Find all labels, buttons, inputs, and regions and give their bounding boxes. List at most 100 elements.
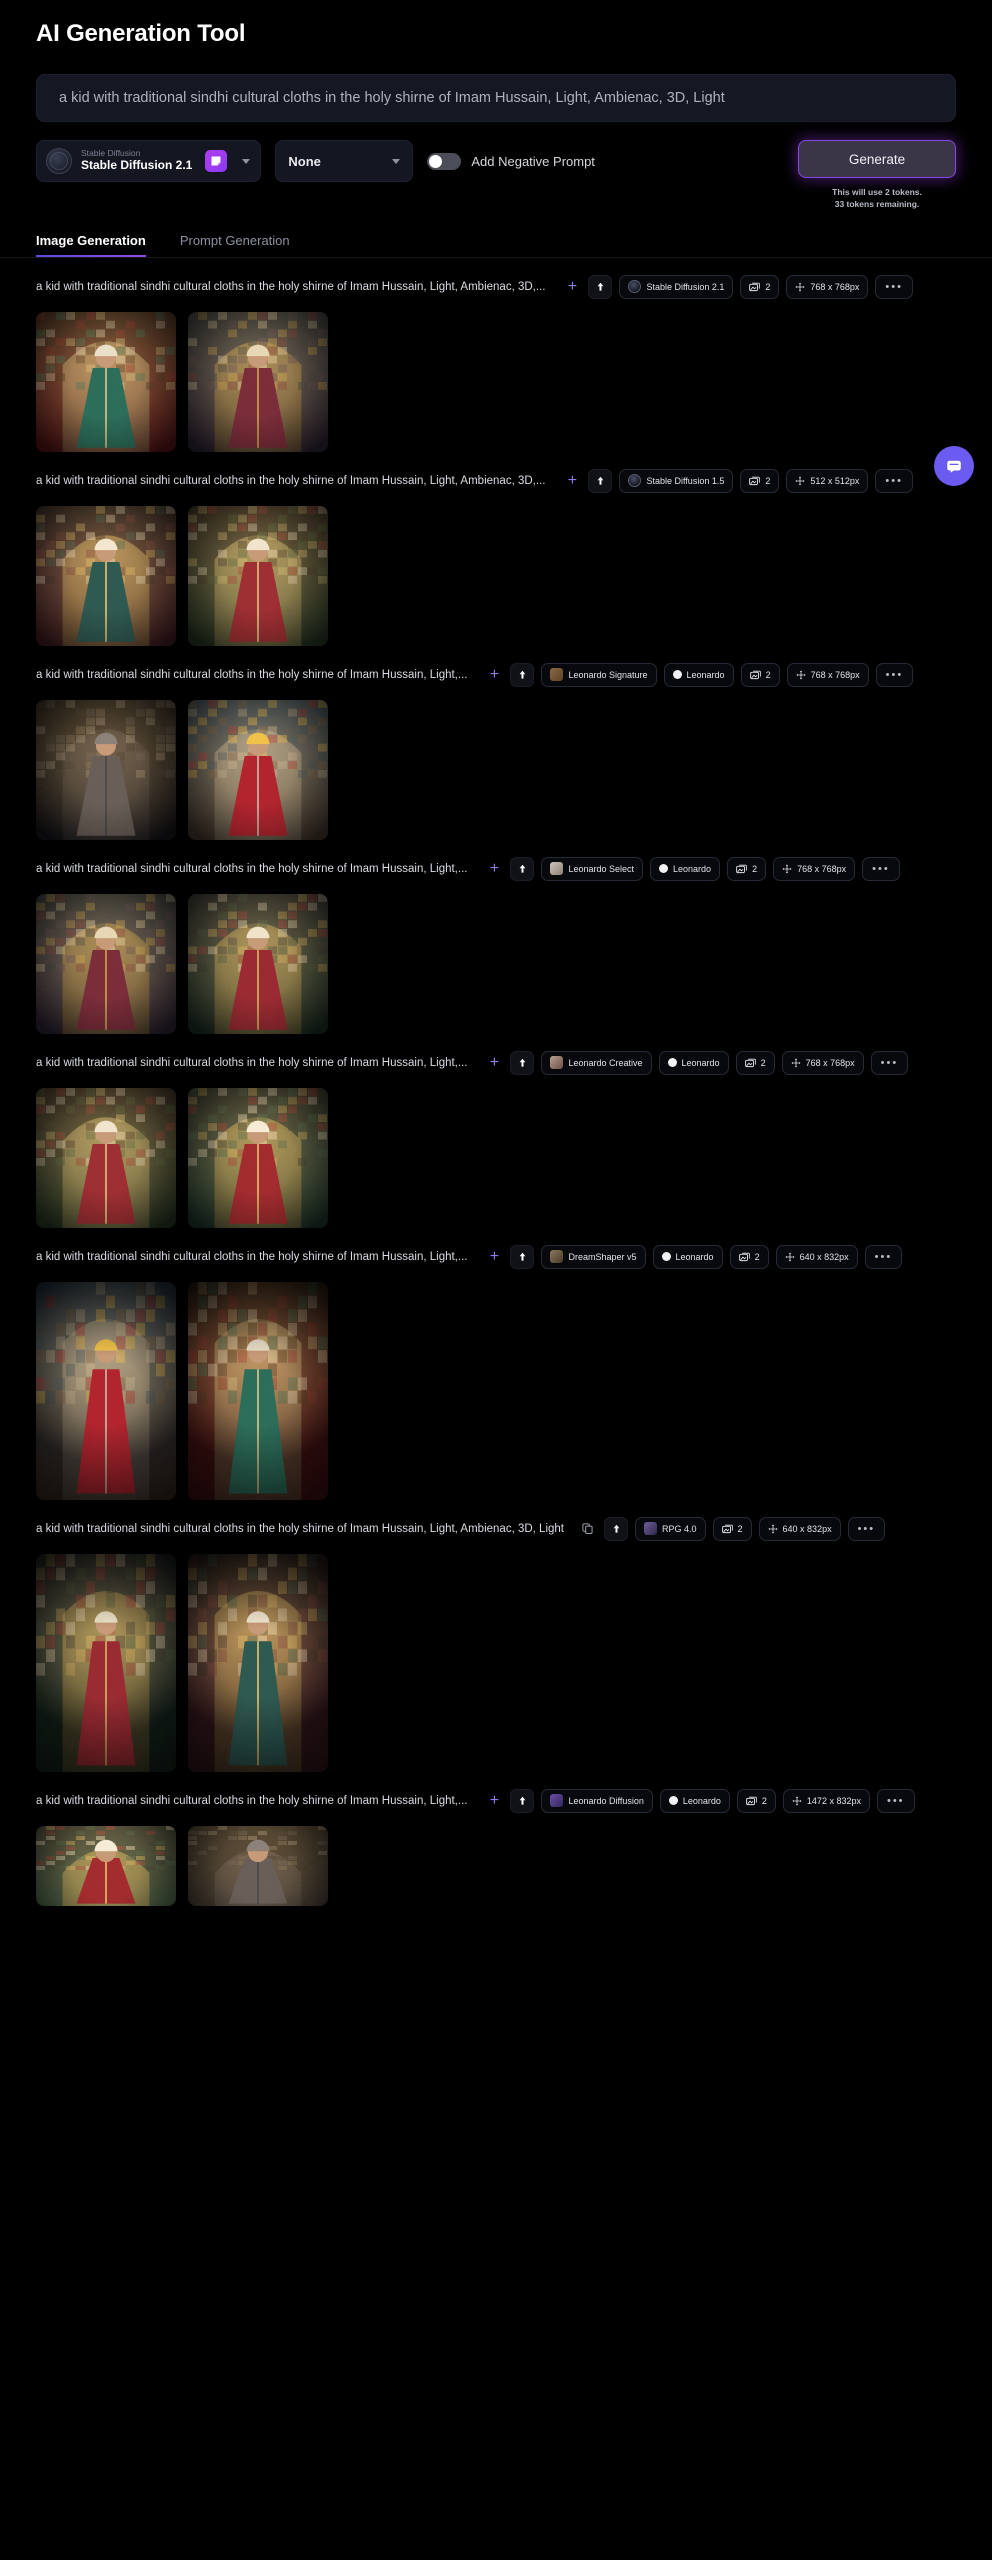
generated-image[interactable] bbox=[36, 893, 176, 1034]
result-actions: + Leonardo Signature Leonardo 2 768 x 768px •… bbox=[485, 662, 914, 687]
model-thumbnail-icon bbox=[644, 1522, 657, 1536]
use-prompt-button[interactable] bbox=[510, 662, 535, 687]
add-to-prompt-button[interactable]: + bbox=[485, 1054, 503, 1072]
generated-image[interactable] bbox=[36, 699, 176, 840]
tab-prompt-generation[interactable]: Prompt Generation bbox=[180, 233, 290, 257]
generate-button[interactable]: Generate bbox=[798, 140, 956, 178]
model-selector[interactable]: Stable Diffusion Stable Diffusion 2.1 bbox=[36, 140, 262, 182]
generated-image-card[interactable] bbox=[36, 893, 176, 1034]
more-options-button[interactable]: ••• bbox=[847, 1516, 886, 1541]
image-count-chip[interactable]: 2 bbox=[740, 468, 780, 493]
use-prompt-button[interactable] bbox=[510, 1244, 535, 1269]
generated-image[interactable] bbox=[188, 699, 328, 840]
more-options-button[interactable]: ••• bbox=[875, 468, 913, 493]
generated-image-card[interactable] bbox=[36, 1825, 176, 1906]
dimensions-chip[interactable]: 640 x 832px bbox=[758, 1516, 841, 1541]
add-to-prompt-button[interactable]: + bbox=[563, 472, 581, 490]
generated-image[interactable] bbox=[188, 1825, 328, 1906]
generated-image-card[interactable] bbox=[188, 1553, 328, 1772]
generated-image[interactable] bbox=[188, 893, 328, 1034]
generated-image[interactable] bbox=[36, 311, 176, 452]
copy-prompt-button[interactable] bbox=[582, 1523, 593, 1535]
platform-chip[interactable]: Leonardo bbox=[659, 1788, 730, 1813]
generated-image[interactable] bbox=[36, 1825, 176, 1906]
dimensions-chip[interactable]: 768 x 768px bbox=[773, 856, 856, 881]
platform-chip[interactable]: Leonardo bbox=[658, 1050, 729, 1075]
preset-select[interactable]: None bbox=[275, 140, 414, 182]
generated-image[interactable] bbox=[188, 1553, 328, 1772]
model-chip[interactable]: Leonardo Select bbox=[541, 856, 644, 881]
negative-prompt-toggle[interactable] bbox=[427, 152, 462, 170]
add-to-prompt-button[interactable]: + bbox=[563, 278, 581, 296]
generated-image[interactable] bbox=[188, 311, 328, 452]
add-to-prompt-button[interactable]: + bbox=[485, 860, 503, 878]
generated-image[interactable] bbox=[36, 1281, 176, 1500]
dimensions-chip[interactable]: 1472 x 832px bbox=[782, 1788, 870, 1813]
add-to-prompt-button[interactable]: + bbox=[485, 1248, 503, 1266]
model-chip[interactable]: Stable Diffusion 2.1 bbox=[619, 274, 734, 299]
more-options-button[interactable]: ••• bbox=[875, 274, 913, 299]
more-options-button[interactable]: ••• bbox=[864, 1244, 903, 1269]
copy-icon[interactable] bbox=[582, 1523, 593, 1535]
generated-image-grid bbox=[36, 311, 956, 452]
generated-image-card[interactable] bbox=[36, 505, 176, 646]
generated-image-card[interactable] bbox=[36, 311, 176, 452]
image-count-chip[interactable]: 2 bbox=[736, 1788, 776, 1813]
add-to-prompt-button[interactable]: + bbox=[485, 1792, 503, 1810]
generated-image-card[interactable] bbox=[188, 699, 328, 840]
use-prompt-button[interactable] bbox=[510, 856, 535, 881]
use-prompt-button[interactable] bbox=[510, 1050, 535, 1075]
use-prompt-button[interactable] bbox=[588, 468, 613, 493]
model-chip[interactable]: Leonardo Diffusion bbox=[541, 1788, 653, 1813]
tab-image-generation[interactable]: Image Generation bbox=[36, 233, 146, 257]
generated-image-card[interactable] bbox=[36, 1553, 176, 1772]
image-count-chip[interactable]: 2 bbox=[712, 1516, 752, 1541]
generated-image[interactable] bbox=[188, 1281, 328, 1500]
generated-image[interactable] bbox=[188, 505, 328, 646]
dimensions-chip[interactable]: 640 x 832px bbox=[775, 1244, 858, 1269]
generated-image-card[interactable] bbox=[36, 699, 176, 840]
model-chip[interactable]: Leonardo Signature bbox=[541, 662, 657, 687]
dimensions-chip[interactable]: 768 x 768px bbox=[786, 274, 869, 299]
more-options-button[interactable]: ••• bbox=[862, 856, 900, 881]
generated-image-card[interactable] bbox=[188, 1281, 328, 1500]
image-count-chip[interactable]: 2 bbox=[740, 274, 780, 299]
add-to-prompt-button[interactable]: + bbox=[485, 666, 503, 684]
generated-image-card[interactable] bbox=[188, 1825, 328, 1906]
image-count-chip[interactable]: 2 bbox=[740, 662, 780, 687]
generated-image[interactable] bbox=[36, 1087, 176, 1228]
image-count-chip[interactable]: 2 bbox=[729, 1244, 769, 1269]
chat-fab-button[interactable] bbox=[934, 445, 974, 486]
model-chip[interactable]: Leonardo Creative bbox=[541, 1050, 652, 1075]
model-chip[interactable]: RPG 4.0 bbox=[635, 1516, 706, 1541]
generated-image-card[interactable] bbox=[188, 893, 328, 1034]
dimensions-chip[interactable]: 768 x 768px bbox=[786, 662, 869, 687]
upload-arrow-icon bbox=[519, 1058, 526, 1067]
generated-image-card[interactable] bbox=[36, 1281, 176, 1500]
more-options-button[interactable]: ••• bbox=[876, 1788, 915, 1813]
use-prompt-button[interactable] bbox=[510, 1788, 535, 1813]
use-prompt-button[interactable] bbox=[604, 1516, 628, 1541]
generated-image-card[interactable] bbox=[36, 1087, 176, 1228]
more-options-button[interactable]: ••• bbox=[870, 1050, 909, 1075]
generated-image-card[interactable] bbox=[188, 505, 328, 646]
more-options-button[interactable]: ••• bbox=[875, 662, 914, 687]
platform-chip[interactable]: Leonardo bbox=[652, 1244, 723, 1269]
image-count-chip[interactable]: 2 bbox=[727, 856, 767, 881]
image-count-chip[interactable]: 2 bbox=[735, 1050, 775, 1075]
model-chip[interactable]: DreamShaper v5 bbox=[541, 1244, 646, 1269]
image-count-label: 2 bbox=[761, 1795, 767, 1806]
generated-image[interactable] bbox=[188, 1087, 328, 1228]
prompt-input[interactable]: a kid with traditional sindhi cultural c… bbox=[36, 74, 956, 122]
generated-image-card[interactable] bbox=[188, 311, 328, 452]
result-prompt-text: a kid with traditional sindhi cultural c… bbox=[36, 1522, 564, 1535]
dimensions-chip[interactable]: 512 x 512px bbox=[786, 468, 869, 493]
platform-chip[interactable]: Leonardo bbox=[650, 856, 721, 881]
generated-image[interactable] bbox=[36, 505, 176, 646]
generated-image-card[interactable] bbox=[188, 1087, 328, 1228]
platform-chip[interactable]: Leonardo bbox=[663, 662, 734, 687]
generated-image[interactable] bbox=[36, 1553, 176, 1772]
dimensions-chip[interactable]: 768 x 768px bbox=[781, 1050, 864, 1075]
use-prompt-button[interactable] bbox=[588, 274, 613, 299]
model-chip[interactable]: Stable Diffusion 1.5 bbox=[619, 468, 734, 493]
